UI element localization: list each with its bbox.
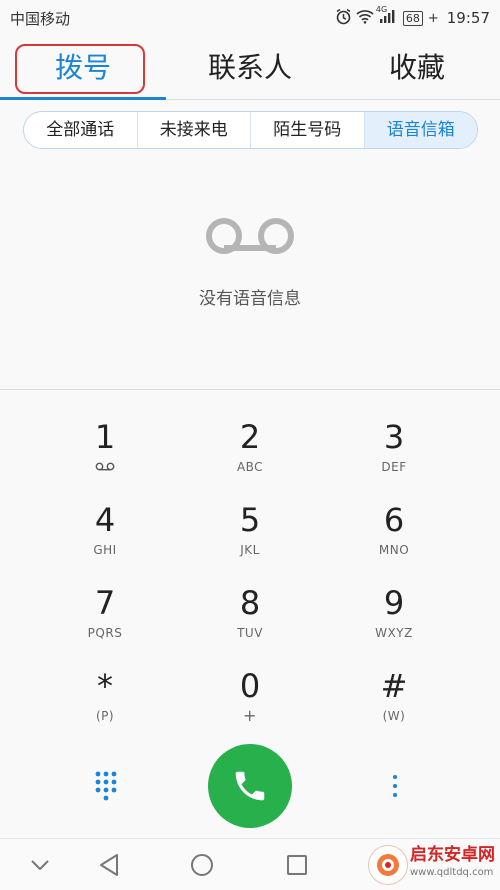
tab-favorites-label: 收藏 (388, 51, 445, 84)
status-bar: 中国移动 4G 68 + 19:57 (0, 0, 500, 36)
key-digit: 7 (94, 584, 116, 622)
filter-missed-calls[interactable]: 未接来电 (138, 112, 251, 148)
key-letters: TUV (237, 626, 263, 640)
key-4[interactable]: 4 GHI (45, 488, 165, 564)
key-letters: GHI (93, 543, 117, 557)
watermark-name: 启东安卓网 (410, 845, 495, 865)
chevron-down-icon (31, 860, 49, 871)
key-digit: 1 (94, 418, 116, 456)
key-hash[interactable]: # (W) (334, 654, 454, 730)
more-dot (393, 784, 397, 788)
active-tab-indicator (0, 97, 166, 100)
signal-icon: 4G (376, 5, 396, 28)
key-3[interactable]: 3 DEF (334, 405, 454, 481)
key-0[interactable]: 0 + (190, 654, 310, 730)
dialer-actions (0, 742, 500, 832)
system-nav-bar: 启东安卓网 www.qdltdq.com (0, 838, 500, 890)
top-tabs: 拨号 联系人 收藏 (0, 40, 500, 100)
battery-indicator: 68 (402, 10, 423, 26)
more-dot (393, 793, 397, 797)
recents-square-icon (287, 855, 307, 875)
collapse-button[interactable] (24, 849, 56, 881)
dialpad-toggle-button[interactable] (88, 768, 124, 804)
key-digit: 2 (239, 418, 261, 456)
status-icons: 4G 68 + 19:57 (335, 5, 490, 29)
key-digit: 3 (383, 418, 405, 456)
key-letters: (P) (95, 709, 115, 723)
charging-icon: + (427, 10, 439, 26)
alarm-icon (335, 8, 352, 29)
back-triangle-icon (100, 854, 118, 876)
tab-dial-highlight (15, 44, 145, 94)
watermark-logo (368, 845, 408, 885)
key-letters: WXYZ (375, 626, 413, 640)
watermark-logo-icon (377, 854, 399, 876)
empty-state-text: 没有语音信息 (199, 289, 301, 309)
more-options-button[interactable] (380, 768, 410, 804)
more-dot (393, 775, 397, 779)
voicemail-icon (205, 215, 295, 261)
key-digit: 8 (239, 584, 261, 622)
status-time: 19:57 (446, 9, 490, 27)
filter-voicemail[interactable]: 语音信箱 (364, 112, 477, 148)
tab-favorites[interactable]: 收藏 (334, 40, 500, 98)
key-letters: + (243, 706, 257, 725)
keypad-divider (0, 389, 500, 390)
call-button[interactable] (208, 744, 292, 828)
key-star[interactable]: * (P) (45, 654, 165, 730)
watermark-url: www.qdltdq.com (410, 867, 494, 878)
home-button[interactable] (186, 849, 218, 881)
key-7[interactable]: 7 PQRS (45, 571, 165, 647)
voicemail-small-icon (45, 459, 165, 475)
key-digit: # (380, 667, 408, 705)
key-digit: 6 (383, 501, 405, 539)
home-circle-icon (191, 854, 213, 876)
dialpad-grid-icon (95, 771, 117, 801)
call-filter: 全部通话 未接来电 陌生号码 语音信箱 (23, 111, 478, 149)
key-digit: 0 (239, 667, 261, 705)
tab-contacts[interactable]: 联系人 (166, 40, 334, 98)
key-digit: 9 (383, 584, 405, 622)
wifi-icon (356, 9, 374, 28)
key-letters: ABC (236, 460, 264, 474)
key-9[interactable]: 9 WXYZ (334, 571, 454, 647)
key-letters: DEF (381, 460, 407, 474)
key-5[interactable]: 5 JKL (190, 488, 310, 564)
back-button[interactable] (93, 849, 125, 881)
key-letters: (W) (382, 709, 406, 723)
key-2[interactable]: 2 ABC (190, 405, 310, 481)
key-letters: PQRS (87, 626, 123, 640)
network-type-label: 4G (375, 4, 388, 14)
carrier-name: 中国移动 (10, 10, 71, 28)
key-1[interactable]: 1 (45, 405, 165, 481)
tab-contacts-label: 联系人 (207, 51, 292, 84)
key-8[interactable]: 8 TUV (190, 571, 310, 647)
key-digit: * (97, 667, 113, 705)
phone-icon (235, 771, 265, 801)
key-6[interactable]: 6 MNO (334, 488, 454, 564)
key-digit: 4 (94, 501, 116, 539)
filter-all-calls[interactable]: 全部通话 (24, 112, 138, 148)
key-letters: MNO (378, 543, 410, 557)
recents-button[interactable] (281, 849, 313, 881)
key-digit: 5 (239, 501, 261, 539)
key-letters: JKL (240, 543, 260, 557)
filter-unknown-numbers[interactable]: 陌生号码 (251, 112, 365, 148)
